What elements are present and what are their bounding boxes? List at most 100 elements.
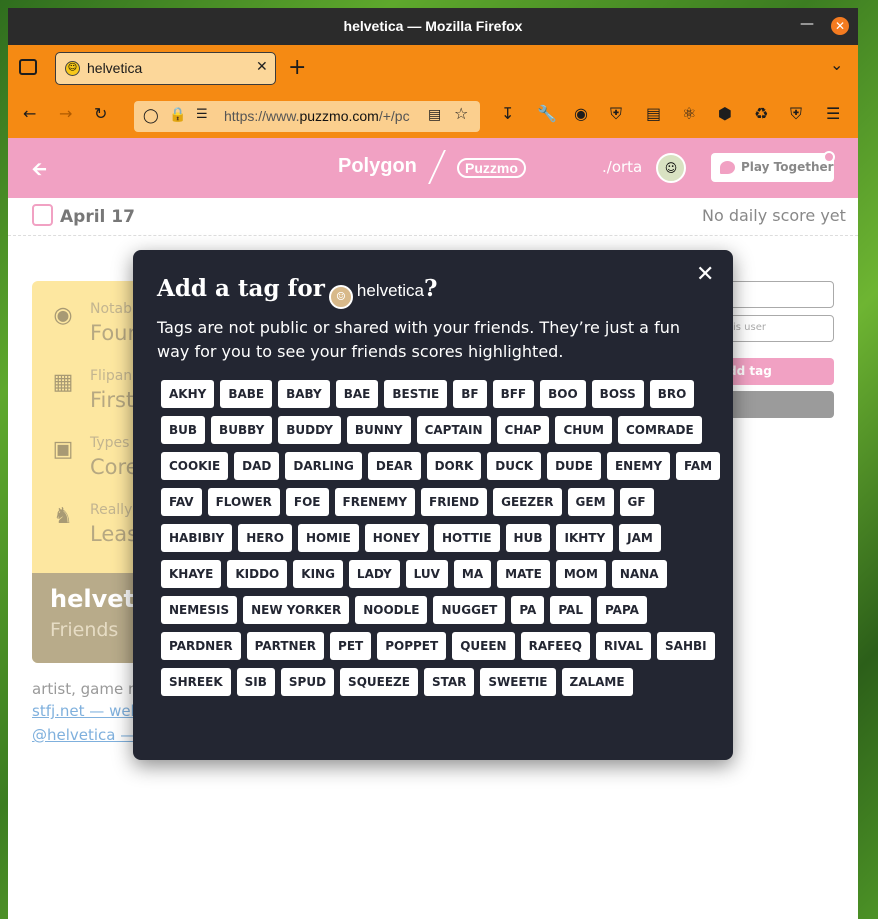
back-arrow-icon[interactable]: 🡨 <box>32 157 47 187</box>
tag-button[interactable]: KHAYE <box>161 560 222 588</box>
tag-button[interactable]: QUEEN <box>452 632 515 660</box>
tag-button[interactable]: CAPTAIN <box>416 416 491 444</box>
tag-button[interactable]: DARLING <box>285 452 362 480</box>
minimize-icon[interactable]: — <box>800 16 814 36</box>
tag-button[interactable]: HABIBIY <box>161 524 233 552</box>
tag-button[interactable]: KIDDO <box>227 560 288 588</box>
tag-button[interactable]: MOM <box>555 560 606 588</box>
tag-button[interactable]: BUNNY <box>346 416 411 444</box>
ublock-icon[interactable]: ⛨ <box>790 104 802 124</box>
tag-button[interactable]: ZALAME <box>561 668 633 696</box>
permissions-icon[interactable]: ☰ <box>196 105 208 125</box>
tag-button[interactable]: GEEZER <box>493 488 562 516</box>
tag-button[interactable]: COOKIE <box>161 452 229 480</box>
menu-icon[interactable]: ☰ <box>826 104 840 124</box>
downloads-icon[interactable]: ↧ <box>501 104 514 124</box>
user-avatar[interactable]: ☺ <box>656 153 686 183</box>
tag-button[interactable]: SHREEK <box>161 668 231 696</box>
reader-view-icon[interactable]: ▤ <box>428 105 441 125</box>
tag-button[interactable]: FAV <box>161 488 202 516</box>
react-devtools-icon[interactable]: ⚛ <box>682 104 696 124</box>
tag-button[interactable]: COMRADE <box>618 416 702 444</box>
extension-news-icon[interactable]: ▤ <box>646 104 661 124</box>
tag-button[interactable]: PET <box>330 632 372 660</box>
add-tag-button[interactable]: dd tag <box>728 358 834 385</box>
tag-button[interactable]: DEAR <box>367 452 421 480</box>
tag-button[interactable]: FAM <box>676 452 721 480</box>
url-text[interactable]: https://www.puzzmo.com/+/pc <box>224 108 410 124</box>
wrench-icon[interactable]: 🔧 <box>537 104 557 124</box>
tag-button[interactable]: POPPET <box>377 632 447 660</box>
tag-button[interactable]: DAD <box>234 452 280 480</box>
new-tab-icon[interactable]: + <box>288 55 306 80</box>
tag-button[interactable]: BFF <box>492 380 535 408</box>
tag-button[interactable]: IKHTY <box>556 524 614 552</box>
tag-button[interactable]: SQUEEZE <box>340 668 418 696</box>
tag-button[interactable]: NEMESIS <box>161 596 238 624</box>
tag-button[interactable]: BABY <box>278 380 330 408</box>
tag-button[interactable]: PA <box>511 596 545 624</box>
tag-button[interactable]: RAFEEQ <box>520 632 590 660</box>
tag-name-input[interactable] <box>728 281 834 308</box>
extension-hex-icon[interactable]: ⬢ <box>718 104 732 124</box>
reload-icon[interactable]: ↻ <box>94 104 107 124</box>
tag-button[interactable]: HUB <box>505 524 551 552</box>
tag-button[interactable]: SIB <box>236 668 275 696</box>
tag-button[interactable]: BOO <box>540 380 586 408</box>
url-bar[interactable]: ◯ 🔒 ☰ https://www.puzzmo.com/+/pc ▤ ☆ <box>134 101 480 132</box>
list-tabs-chevron-icon[interactable]: ⌄ <box>830 55 843 74</box>
tag-button[interactable]: MATE <box>497 560 550 588</box>
tag-button[interactable]: PARDNER <box>161 632 241 660</box>
close-window-icon[interactable]: ✕ <box>831 17 849 35</box>
puzzmo-logo[interactable]: Puzzmo <box>457 158 526 178</box>
tag-button[interactable]: BUDDY <box>278 416 341 444</box>
extensions-puzzle-icon[interactable]: ♻ <box>754 104 768 124</box>
tag-button[interactable]: ENEMY <box>606 452 671 480</box>
bitwarden-icon[interactable]: ⛨ <box>610 104 622 124</box>
tag-button[interactable]: BESTIE <box>384 380 448 408</box>
tag-button[interactable]: HOTTIE <box>433 524 500 552</box>
back-icon[interactable]: ← <box>23 104 36 124</box>
shield-icon[interactable]: ◯ <box>143 106 159 126</box>
tag-button[interactable]: FOE <box>285 488 329 516</box>
tag-button[interactable]: FRENEMY <box>334 488 416 516</box>
tag-note-input[interactable]: is user <box>728 315 834 342</box>
play-together-button[interactable]: Play Together <box>711 153 834 182</box>
tag-button[interactable]: JAM <box>619 524 661 552</box>
tag-button[interactable]: MA <box>453 560 492 588</box>
tag-button[interactable]: SAHBI <box>657 632 715 660</box>
tag-button[interactable]: BOSS <box>591 380 644 408</box>
tag-button[interactable]: BF <box>453 380 487 408</box>
tag-button[interactable]: KING <box>293 560 343 588</box>
tag-button[interactable]: GEM <box>567 488 614 516</box>
secondary-button[interactable] <box>728 391 834 418</box>
firefox-view-icon[interactable] <box>19 59 37 75</box>
tab-helvetica[interactable]: ☺ helvetica ✕ <box>55 52 276 85</box>
tag-button[interactable]: BAE <box>335 380 379 408</box>
lock-icon[interactable]: 🔒 <box>169 105 186 125</box>
bookmark-star-icon[interactable]: ☆ <box>454 104 468 124</box>
tag-button[interactable]: NOODLE <box>355 596 428 624</box>
polygon-logo[interactable]: Polygon <box>338 155 417 178</box>
tag-button[interactable]: PAL <box>550 596 591 624</box>
tag-button[interactable]: NANA <box>611 560 667 588</box>
tag-button[interactable]: FRIEND <box>421 488 488 516</box>
social-link[interactable]: @helvetica — <box>32 726 135 744</box>
tag-button[interactable]: STAR <box>423 668 475 696</box>
tag-button[interactable]: BUB <box>161 416 206 444</box>
account-icon[interactable]: ◉ <box>574 104 588 124</box>
tag-button[interactable]: AKHY <box>161 380 215 408</box>
tag-button[interactable]: LADY <box>348 560 400 588</box>
tag-button[interactable]: PARTNER <box>246 632 325 660</box>
tag-button[interactable]: HONEY <box>364 524 428 552</box>
tag-button[interactable]: DUDE <box>547 452 601 480</box>
tag-button[interactable]: FLOWER <box>207 488 280 516</box>
tag-button[interactable]: HOMIE <box>297 524 359 552</box>
tag-button[interactable]: CHUM <box>555 416 612 444</box>
tag-button[interactable]: CHAP <box>496 416 550 444</box>
tag-button[interactable]: SPUD <box>280 668 335 696</box>
current-user-link[interactable]: ./orta <box>602 158 642 176</box>
forward-icon[interactable]: → <box>59 104 72 124</box>
tag-button[interactable]: DORK <box>426 452 482 480</box>
tab-close-icon[interactable]: ✕ <box>256 59 268 75</box>
